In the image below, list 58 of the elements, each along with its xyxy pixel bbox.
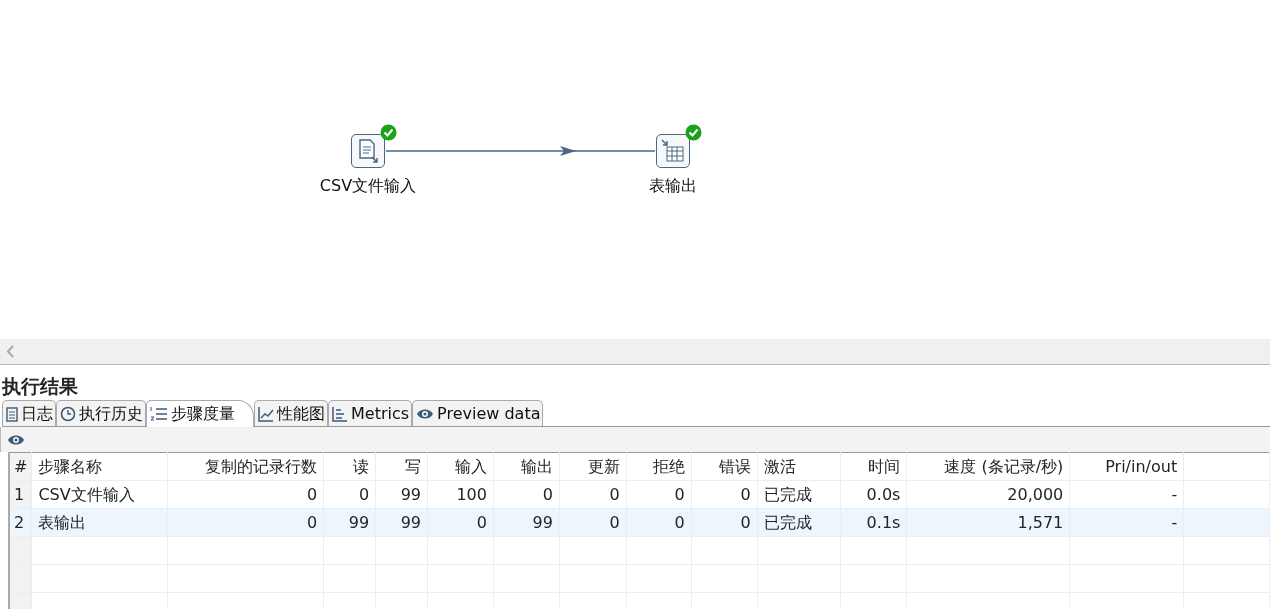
table-cell: 1,571 (906, 508, 1070, 537)
table-cell: 0 (559, 480, 627, 509)
column-header[interactable]: 激活 (757, 452, 841, 481)
table-cell: 0 (559, 508, 627, 537)
table-cell: 表输出 (31, 508, 168, 537)
table-cell: 0.1s (840, 508, 907, 537)
column-header[interactable]: 更新 (559, 452, 627, 481)
table-cell: 0 (626, 480, 692, 509)
table-cell: 0 (427, 508, 494, 537)
column-header[interactable]: 拒绝 (626, 452, 692, 481)
table-cell: - (1069, 508, 1184, 537)
tab[interactable]: Metrics (328, 400, 413, 426)
table-icon[interactable] (656, 134, 690, 168)
column-header[interactable]: 输入 (427, 452, 494, 481)
column-header[interactable]: 步骤名称 (31, 452, 168, 481)
column-header[interactable]: 输出 (493, 452, 560, 481)
tab[interactable]: Preview data (412, 400, 544, 426)
clock-icon (60, 405, 76, 422)
row-number: 2 (9, 508, 32, 537)
numbered-list-icon (150, 406, 168, 422)
table-cell: CSV文件输入 (31, 480, 168, 509)
bar-list-icon (332, 405, 348, 422)
table-cell: 0 (167, 508, 324, 537)
table-cell: 0 (167, 480, 324, 509)
step-label: CSV文件输入 (319, 175, 417, 197)
tab[interactable]: 步骤度量 (146, 400, 254, 427)
column-header[interactable]: 速度 (条记录/秒) (906, 452, 1070, 481)
column-header[interactable]: Pri/in/out (1069, 452, 1184, 481)
table-cell: 99 (375, 480, 428, 509)
eye-icon (416, 407, 435, 420)
table-cell: 已完成 (757, 480, 841, 509)
log-icon (6, 405, 18, 422)
table-cell: 0 (493, 480, 560, 509)
step-label: 表输出 (649, 175, 697, 197)
column-header[interactable]: 时间 (840, 452, 907, 481)
row-number: 1 (9, 480, 32, 509)
table-cell: - (1069, 480, 1184, 509)
table-cell: 0 (691, 508, 758, 537)
tab[interactable]: 日志 (2, 400, 56, 426)
table-cell: 0 (323, 480, 376, 509)
table-cell: 100 (427, 480, 494, 509)
column-header[interactable]: 错误 (691, 452, 758, 481)
table-cell: 0 (691, 480, 758, 509)
panel-title: 执行结果 (0, 374, 79, 399)
column-header[interactable]: # (9, 452, 32, 481)
eye-icon[interactable] (7, 433, 25, 446)
column-header[interactable]: 复制的记录行数 (167, 452, 324, 481)
table-cell: 20,000 (906, 480, 1070, 509)
column-header[interactable]: 读 (323, 452, 376, 481)
tab[interactable]: 执行历史 (56, 400, 146, 426)
document-icon[interactable] (351, 134, 385, 168)
table-cell: 99 (493, 508, 560, 537)
table-cell: 已完成 (757, 508, 841, 537)
table-cell: 0 (626, 508, 692, 537)
column-header[interactable]: 写 (375, 452, 428, 481)
line-chart-icon (258, 405, 274, 422)
table-cell: 0.0s (840, 480, 907, 509)
tab[interactable]: 性能图 (254, 400, 328, 426)
